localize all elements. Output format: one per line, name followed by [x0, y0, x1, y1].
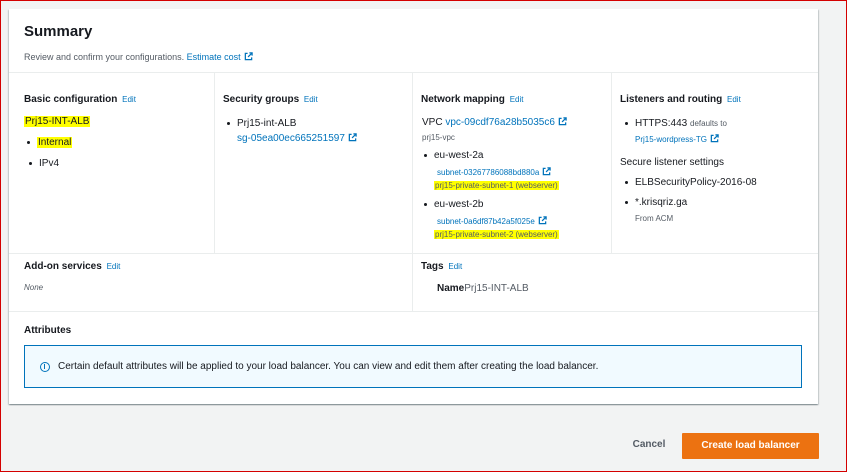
security-groups-section: Security groups Edit Prj15-int-ALB sg-05… — [214, 73, 413, 253]
listener-defaults-to: defaults to — [690, 119, 727, 128]
network-mapping-section: Network mapping Edit VPC vpc-09cdf76a28b… — [412, 73, 611, 253]
tag-row: NamePrj15-INT-ALB — [437, 283, 529, 294]
edit-network-mapping-link[interactable]: Edit — [510, 95, 524, 104]
secure-listener-settings-heading: Secure listener settings — [620, 157, 724, 168]
create-load-balancer-button[interactable]: Create load balancer — [682, 433, 819, 459]
listener-item: HTTPS:443 defaults to — [625, 118, 727, 129]
tags-heading: Tags Edit — [421, 261, 462, 272]
addon-services-heading-text: Add-on services — [24, 261, 102, 272]
network-mapping-heading: Network mapping Edit — [421, 94, 523, 105]
availability-zone-1: eu-west-2a — [423, 150, 484, 161]
security-groups-heading-text: Security groups — [223, 94, 300, 105]
section-divider — [9, 311, 818, 312]
subnet-1-id: subnet-03267786088bd880a — [437, 167, 551, 177]
load-balancer-name-text: Prj15-INT-ALB — [24, 116, 91, 127]
load-balancer-name: Prj15-INT-ALB — [24, 116, 91, 127]
tag-key: Name — [437, 283, 465, 294]
edit-basic-configuration-link[interactable]: Edit — [122, 95, 136, 104]
security-group-name: Prj15-int-ALB — [226, 118, 297, 129]
security-group-id-link[interactable]: sg-05ea00ec665251597 — [237, 133, 345, 144]
subnet-1-name: prj15-private-subnet-1 (webserver) — [434, 181, 559, 190]
listeners-heading: Listeners and routing Edit — [620, 94, 741, 105]
certificate-source: From ACM — [635, 214, 674, 223]
security-policy-item: ELBSecurityPolicy-2016-08 — [625, 177, 757, 188]
summary-description: Review and confirm your configurations. … — [24, 52, 253, 62]
subnet-2-id-link[interactable]: subnet-0a6df87b42a5f025e — [437, 217, 535, 226]
subnet-2-name: prj15-private-subnet-2 (webserver) — [434, 230, 559, 239]
subnet-1-name-text: prj15-private-subnet-1 (webserver) — [434, 181, 559, 190]
subnet-2-name-text: prj15-private-subnet-2 (webserver) — [434, 230, 559, 239]
certificate-item: *.krisqriz.ga — [624, 197, 688, 208]
availability-zone-2: eu-west-2b — [423, 199, 484, 210]
network-mapping-heading-text: Network mapping — [421, 94, 505, 105]
attributes-info-text: Certain default attributes will be appli… — [58, 361, 599, 372]
vpc-id-link[interactable]: vpc-09cdf76a28b5035c6 — [445, 117, 555, 128]
attributes-heading: Attributes — [24, 325, 72, 336]
subnet-1-id-link[interactable]: subnet-03267786088bd880a — [437, 168, 539, 177]
summary-description-text: Review and confirm your configurations. — [24, 52, 185, 62]
listeners-section: Listeners and routing Edit HTTPS:443 def… — [611, 73, 819, 253]
addon-services-value: None — [24, 283, 44, 292]
scheme-item: Internal — [26, 137, 73, 148]
edit-tags-link[interactable]: Edit — [448, 262, 462, 271]
target-group: Prj15-wordpress-TG — [635, 134, 719, 144]
external-link-icon[interactable] — [244, 52, 253, 61]
addon-services-heading: Add-on services Edit — [24, 261, 120, 272]
external-link-icon[interactable] — [348, 133, 357, 142]
basic-configuration-heading: Basic configuration Edit — [24, 94, 136, 105]
scheme-text: Internal — [37, 137, 73, 148]
basic-configuration-section: Basic configuration Edit Prj15-INT-ALB I… — [24, 73, 214, 253]
vpc-row: VPC vpc-09cdf76a28b5035c6 — [422, 117, 567, 128]
security-groups-heading: Security groups Edit — [223, 94, 318, 105]
tag-value: Prj15-INT-ALB — [464, 283, 529, 294]
edit-security-groups-link[interactable]: Edit — [304, 95, 318, 104]
subnet-2-id: subnet-0a6df87b42a5f025e — [437, 216, 547, 226]
external-link-icon[interactable] — [538, 216, 547, 225]
listener-protocol-port: HTTPS:443 — [635, 118, 688, 129]
external-link-icon[interactable] — [542, 167, 551, 176]
external-link-icon[interactable] — [710, 134, 719, 143]
attributes-info-alert: Certain default attributes will be appli… — [24, 345, 802, 388]
external-link-icon[interactable] — [558, 117, 567, 126]
ip-type-item: IPv4 — [28, 158, 60, 169]
summary-title: Summary — [24, 23, 93, 40]
tags-divider — [412, 253, 413, 311]
security-group-id: sg-05ea00ec665251597 — [237, 133, 357, 144]
edit-addon-services-link[interactable]: Edit — [107, 262, 121, 271]
tags-heading-text: Tags — [421, 261, 444, 272]
vpc-name: prj15-vpc — [422, 133, 455, 142]
estimate-cost-link[interactable]: Estimate cost — [187, 52, 241, 62]
info-icon — [40, 362, 50, 372]
listeners-heading-text: Listeners and routing — [620, 94, 723, 105]
target-group-link[interactable]: Prj15-wordpress-TG — [635, 135, 707, 144]
vpc-label: VPC — [422, 117, 443, 128]
section-divider — [9, 253, 818, 254]
summary-header: Summary Review and confirm your configur… — [9, 9, 818, 73]
basic-configuration-heading-text: Basic configuration — [24, 94, 118, 105]
edit-listeners-link[interactable]: Edit — [727, 95, 741, 104]
summary-card: Summary Review and confirm your configur… — [9, 9, 818, 404]
cancel-button[interactable]: Cancel — [622, 433, 676, 457]
